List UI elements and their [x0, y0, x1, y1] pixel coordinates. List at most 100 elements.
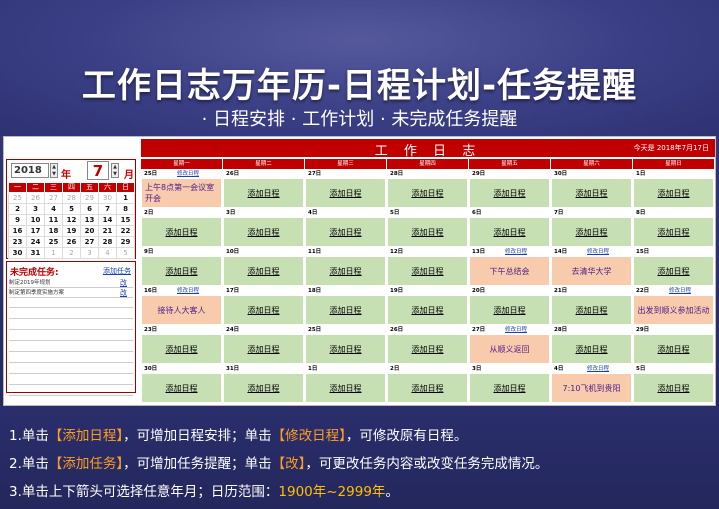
mini-day[interactable]: 14 — [98, 214, 117, 226]
add-schedule-link[interactable]: 添加日程 — [223, 178, 304, 208]
mini-day[interactable]: 1 — [116, 192, 135, 204]
mini-day[interactable]: 20 — [80, 225, 99, 237]
mini-day[interactable]: 26 — [26, 192, 45, 204]
mini-day[interactable]: 1 — [44, 247, 63, 259]
add-schedule-link[interactable]: 添加日程 — [141, 217, 222, 247]
add-schedule-link[interactable]: 添加日程 — [141, 373, 222, 403]
add-schedule-link[interactable]: 添加日程 — [305, 373, 386, 403]
mini-day[interactable]: 24 — [26, 236, 45, 248]
mini-day[interactable]: 9 — [8, 214, 27, 226]
mini-day[interactable]: 23 — [8, 236, 27, 248]
mini-day[interactable]: 27 — [44, 192, 63, 204]
schedule-entry[interactable]: 上午8点第一会议室开会 — [141, 178, 222, 208]
mini-day[interactable]: 28 — [62, 192, 81, 204]
add-schedule-link[interactable]: 添加日程 — [633, 373, 714, 403]
add-schedule-link[interactable]: 添加日程 — [387, 256, 468, 286]
add-schedule-link[interactable]: 添加日程 — [223, 295, 304, 325]
mini-day[interactable]: 5 — [116, 247, 135, 259]
add-schedule-link[interactable]: 添加日程 — [551, 334, 632, 364]
add-schedule-link[interactable]: 添加日程 — [633, 178, 714, 208]
mini-day[interactable]: 18 — [44, 225, 63, 237]
year-up-arrow-icon[interactable]: ▲ — [51, 164, 57, 171]
add-schedule-link[interactable]: 添加日程 — [387, 178, 468, 208]
add-schedule-link[interactable]: 添加日程 — [469, 373, 550, 403]
schedule-entry[interactable]: 7:10飞机到贵阳 — [551, 373, 632, 403]
mini-day[interactable]: 11 — [44, 214, 63, 226]
add-schedule-link[interactable]: 添加日程 — [305, 256, 386, 286]
mini-day[interactable]: 27 — [80, 236, 99, 248]
mini-day[interactable]: 26 — [62, 236, 81, 248]
add-schedule-link[interactable]: 添加日程 — [387, 334, 468, 364]
month-value[interactable]: 7 — [87, 161, 109, 180]
add-schedule-link[interactable]: 添加日程 — [305, 178, 386, 208]
mini-day[interactable]: 29 — [116, 236, 135, 248]
mini-day[interactable]: 4 — [44, 203, 63, 215]
mini-day[interactable]: 19 — [62, 225, 81, 237]
month-down-arrow-icon[interactable]: ▼ — [112, 171, 118, 178]
mini-day[interactable]: 2 — [62, 247, 81, 259]
add-schedule-link[interactable]: 添加日程 — [551, 295, 632, 325]
mini-day[interactable]: 16 — [8, 225, 27, 237]
mini-day[interactable]: 13 — [80, 214, 99, 226]
year-down-arrow-icon[interactable]: ▼ — [51, 171, 57, 178]
mini-day[interactable]: 10 — [26, 214, 45, 226]
mini-day[interactable]: 12 — [62, 214, 81, 226]
add-task-link[interactable]: 添加任务 — [103, 266, 131, 276]
schedule-entry[interactable]: 出发到顺义参加活动 — [633, 295, 714, 325]
add-schedule-link[interactable]: 添加日程 — [469, 178, 550, 208]
modify-schedule-link[interactable]: 修改日程 — [505, 326, 527, 334]
add-schedule-link[interactable]: 添加日程 — [633, 334, 714, 364]
mini-day[interactable]: 25 — [8, 192, 27, 204]
modify-schedule-link[interactable]: 修改日程 — [505, 248, 527, 256]
schedule-entry[interactable]: 下午总结会 — [469, 256, 550, 286]
mini-day[interactable]: 17 — [26, 225, 45, 237]
task-edit-link[interactable]: 改 — [120, 288, 127, 298]
modify-schedule-link[interactable]: 修改日程 — [177, 170, 199, 178]
add-schedule-link[interactable]: 添加日程 — [141, 334, 222, 364]
add-schedule-link[interactable]: 添加日程 — [551, 217, 632, 247]
modify-schedule-link[interactable]: 修改日程 — [587, 248, 609, 256]
mini-day[interactable]: 3 — [26, 203, 45, 215]
mini-day[interactable]: 31 — [26, 247, 45, 259]
add-schedule-link[interactable]: 添加日程 — [387, 373, 468, 403]
mini-day[interactable]: 4 — [98, 247, 117, 259]
add-schedule-link[interactable]: 添加日程 — [141, 256, 222, 286]
task-edit-link[interactable]: 改 — [120, 278, 127, 288]
year-spinner[interactable]: ▲ ▼ — [50, 163, 58, 178]
add-schedule-link[interactable]: 添加日程 — [305, 295, 386, 325]
mini-day[interactable]: 5 — [62, 203, 81, 215]
add-schedule-link[interactable]: 添加日程 — [305, 334, 386, 364]
year-value[interactable]: 2018 — [11, 163, 49, 178]
modify-schedule-link[interactable]: 修改日程 — [587, 365, 609, 373]
schedule-entry[interactable]: 接待人大客人 — [141, 295, 222, 325]
mini-day[interactable]: 7 — [98, 203, 117, 215]
mini-day[interactable]: 8 — [116, 203, 135, 215]
add-schedule-link[interactable]: 添加日程 — [387, 217, 468, 247]
mini-day[interactable]: 21 — [98, 225, 117, 237]
mini-day[interactable]: 6 — [80, 203, 99, 215]
add-schedule-link[interactable]: 添加日程 — [469, 295, 550, 325]
schedule-entry[interactable]: 从顺义返回 — [469, 334, 550, 364]
mini-day[interactable]: 15 — [116, 214, 135, 226]
add-schedule-link[interactable]: 添加日程 — [223, 217, 304, 247]
mini-day[interactable]: 30 — [98, 192, 117, 204]
add-schedule-link[interactable]: 添加日程 — [387, 295, 468, 325]
mini-day[interactable]: 3 — [80, 247, 99, 259]
add-schedule-link[interactable]: 添加日程 — [551, 178, 632, 208]
month-up-arrow-icon[interactable]: ▲ — [112, 164, 118, 171]
modify-schedule-link[interactable]: 修改日程 — [177, 287, 199, 295]
mini-day[interactable]: 30 — [8, 247, 27, 259]
add-schedule-link[interactable]: 添加日程 — [633, 217, 714, 247]
add-schedule-link[interactable]: 添加日程 — [223, 334, 304, 364]
add-schedule-link[interactable]: 添加日程 — [223, 256, 304, 286]
add-schedule-link[interactable]: 添加日程 — [223, 373, 304, 403]
mini-day[interactable]: 29 — [80, 192, 99, 204]
schedule-entry[interactable]: 去清华大学 — [551, 256, 632, 286]
mini-day[interactable]: 2 — [8, 203, 27, 215]
mini-day[interactable]: 28 — [98, 236, 117, 248]
mini-day[interactable]: 25 — [44, 236, 63, 248]
modify-schedule-link[interactable]: 修改日程 — [669, 287, 691, 295]
mini-day[interactable]: 22 — [116, 225, 135, 237]
month-spinner[interactable]: ▲ ▼ — [111, 163, 119, 178]
add-schedule-link[interactable]: 添加日程 — [633, 256, 714, 286]
